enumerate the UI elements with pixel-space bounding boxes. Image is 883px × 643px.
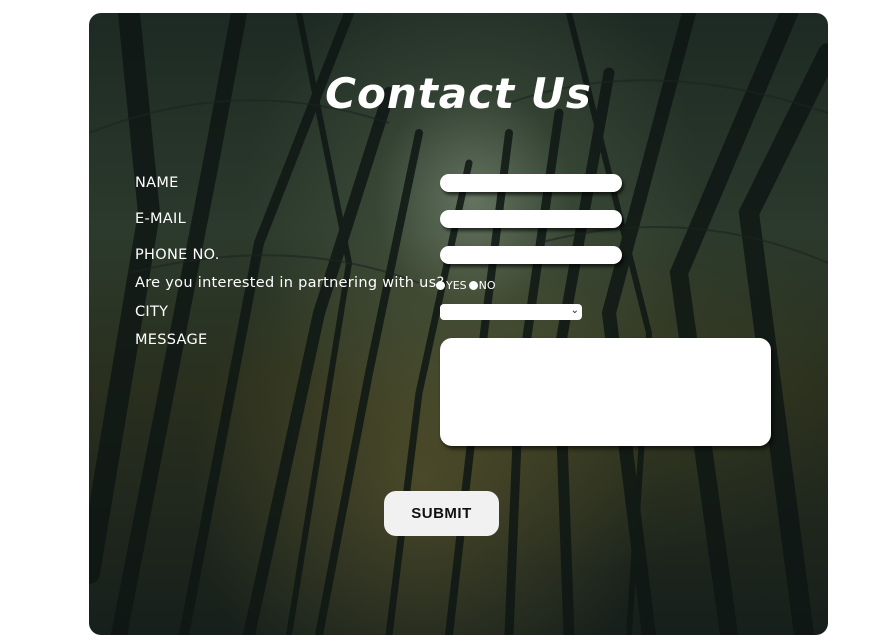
contact-form-card: Contact Us NAME E-MAIL PHONE NO. Are you… (89, 13, 828, 635)
message-label: MESSAGE (135, 332, 208, 348)
email-label: E-MAIL (135, 211, 186, 227)
chevron-down-icon: ⌄ (570, 305, 579, 316)
partner-yes-radio[interactable] (436, 281, 445, 290)
city-label: CITY (135, 304, 169, 320)
partner-yes-label: YES (446, 279, 467, 292)
partner-question-label: Are you interested in partnering with us… (135, 275, 445, 291)
phone-label: PHONE NO. (135, 247, 220, 263)
city-select[interactable]: ⌄ (440, 304, 582, 320)
email-input[interactable] (440, 210, 622, 228)
message-textarea[interactable] (440, 338, 771, 446)
partner-no-label: NO (478, 279, 496, 292)
submit-button[interactable]: SUBMIT (384, 491, 499, 536)
partner-radio-group: YES NO (436, 279, 498, 292)
name-label: NAME (135, 175, 179, 191)
name-input[interactable] (440, 174, 622, 192)
phone-input[interactable] (440, 246, 622, 264)
partner-no-radio[interactable] (468, 281, 478, 290)
page-title: Contact Us (325, 69, 592, 118)
